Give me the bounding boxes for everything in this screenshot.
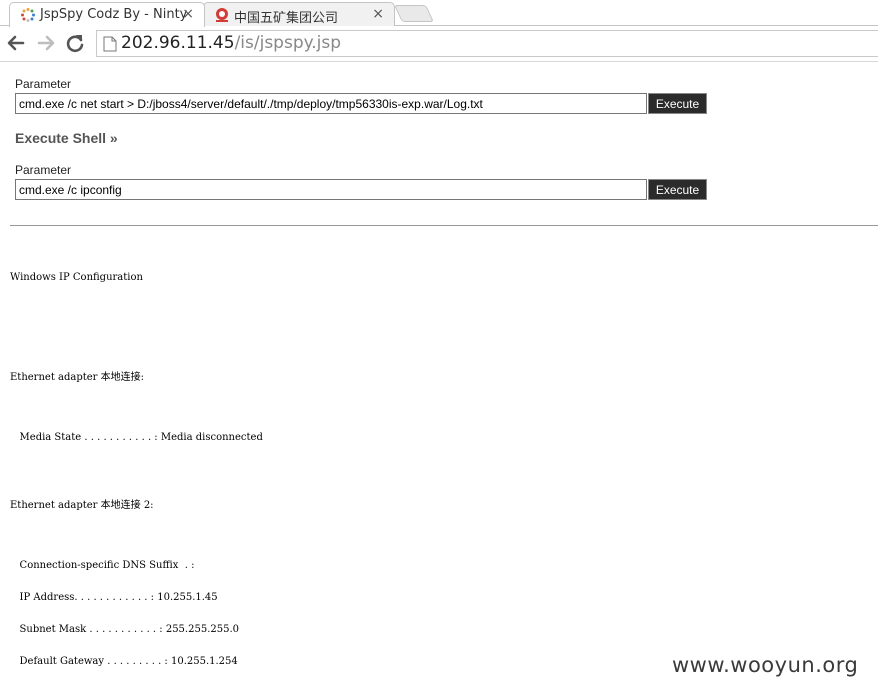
output-line: Ethernet adapter 本地连接:	[10, 372, 145, 383]
divider	[10, 225, 878, 226]
browser-toolbar: 202.96.11.45/is/jspspy.jsp	[0, 26, 878, 62]
tab-title: JspSpy Codz By - Ninty	[40, 7, 188, 22]
page-content: Parameter Execute Execute Shell » Parame…	[0, 63, 878, 694]
tab-jspspy[interactable]: JspSpy Codz By - Ninty ×	[9, 2, 205, 27]
execute-button-2[interactable]: Execute	[648, 179, 707, 200]
back-arrow-icon[interactable]	[5, 32, 27, 54]
tab-strip: JspSpy Codz By - Ninty × 中国五矿集团公司 ×	[0, 0, 878, 27]
address-bar[interactable]: 202.96.11.45/is/jspspy.jsp	[96, 30, 878, 57]
output-line: Ethernet adapter 本地连接 2:	[10, 500, 154, 511]
watermark: www.wooyun.org	[672, 653, 859, 677]
tab-title: 中国五矿集团公司	[234, 11, 339, 26]
execute-button-1[interactable]: Execute	[648, 93, 707, 114]
command-output: Windows IP Configuration Ethernet adapte…	[10, 233, 870, 667]
parameter-label: Parameter	[15, 77, 72, 91]
url-text[interactable]: 202.96.11.45/is/jspspy.jsp	[121, 33, 341, 53]
close-tab-icon[interactable]: ×	[372, 6, 384, 22]
new-tab-button[interactable]	[394, 5, 434, 22]
page-icon	[103, 36, 117, 52]
execute-shell-heading[interactable]: Execute Shell »	[15, 130, 118, 146]
url-path: /is/jspspy.jsp	[234, 33, 342, 53]
close-tab-icon[interactable]: ×	[182, 6, 194, 22]
parameter-input-1[interactable]	[15, 93, 647, 114]
output-line: Windows IP Configuration	[10, 272, 143, 283]
reload-icon[interactable]	[64, 32, 86, 54]
output-line: Default Gateway . . . . . . . . . : 10.2…	[10, 656, 238, 667]
output-line: Media State . . . . . . . . . . . : Medi…	[10, 432, 263, 443]
output-line: Connection-specific DNS Suffix . :	[10, 560, 195, 571]
tab-minmetals[interactable]: 中国五矿集团公司 ×	[203, 2, 395, 26]
parameter-input-2[interactable]	[15, 179, 647, 200]
loading-spinner-icon	[21, 8, 35, 22]
output-line: Subnet Mask . . . . . . . . . . . : 255.…	[10, 624, 239, 635]
forward-arrow-icon[interactable]	[35, 32, 57, 54]
parameter-label: Parameter	[15, 163, 72, 177]
url-host: 202.96.11.45	[121, 33, 235, 53]
output-line: IP Address. . . . . . . . . . . . : 10.2…	[10, 592, 218, 603]
site-logo-icon	[216, 8, 228, 22]
